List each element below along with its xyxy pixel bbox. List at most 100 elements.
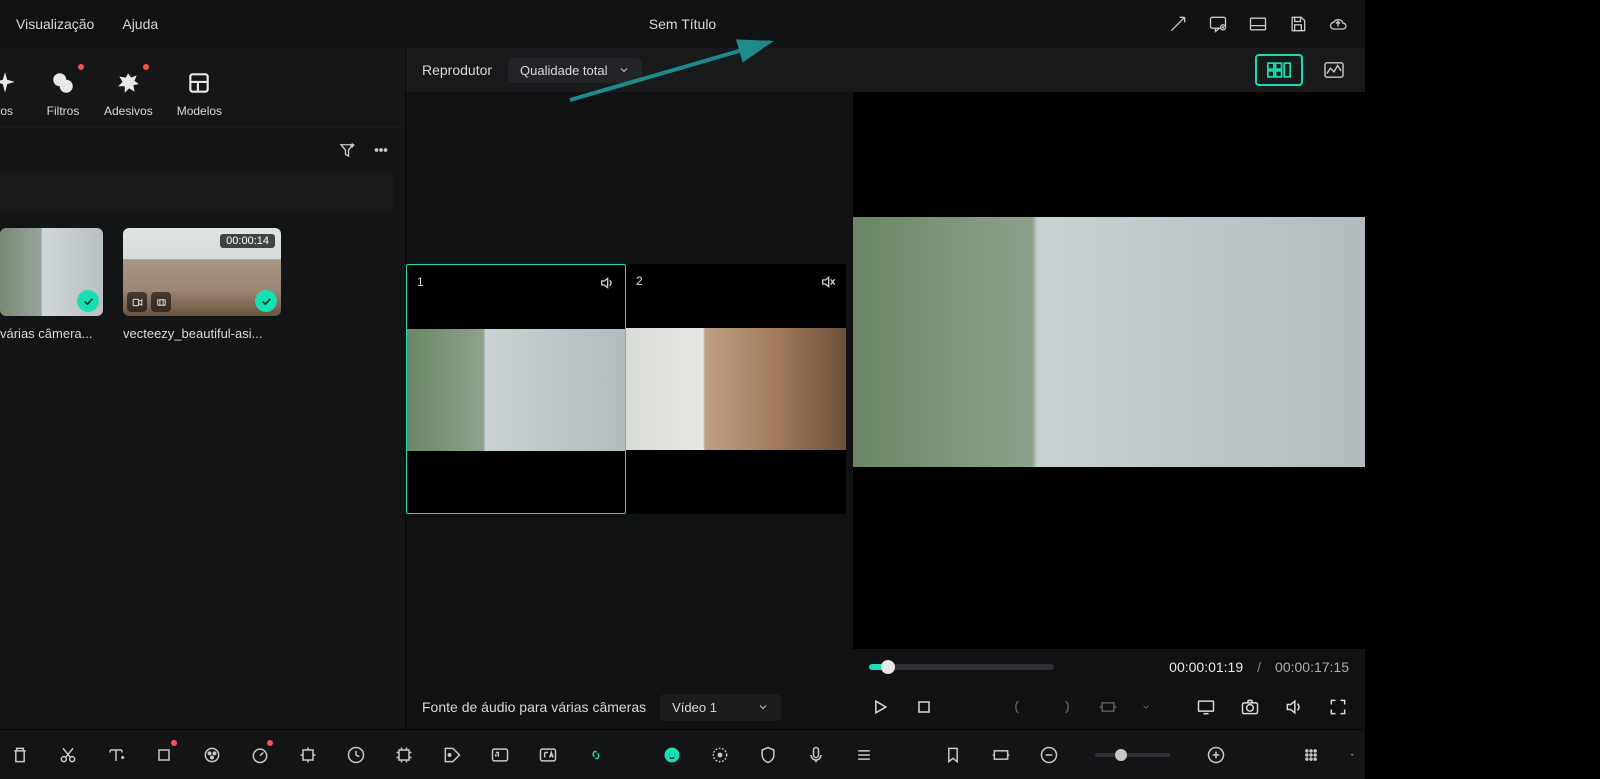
crop-button[interactable] <box>154 743 174 767</box>
seek-bar[interactable] <box>869 664 1054 670</box>
menu-visualizacao[interactable]: Visualização <box>16 16 94 32</box>
keyframe-button[interactable] <box>298 743 318 767</box>
program-image <box>853 217 1365 467</box>
media-thumb[interactable] <box>0 228 103 316</box>
multicam-view-button[interactable] <box>1255 54 1303 86</box>
shield-button[interactable] <box>758 743 778 767</box>
volume-button[interactable] <box>1283 696 1305 718</box>
template-icon <box>182 66 216 100</box>
chevron-down-icon <box>757 701 769 713</box>
grid-view-button[interactable] <box>1301 743 1321 767</box>
audio-icon <box>151 292 171 312</box>
chevron-down-icon <box>618 64 630 76</box>
track-button[interactable] <box>394 743 414 767</box>
menu-ajuda[interactable]: Ajuda <box>122 16 158 32</box>
time-separator: / <box>1257 659 1261 675</box>
quality-value: Qualidade total <box>520 63 607 78</box>
speaker-off-icon[interactable] <box>820 274 836 290</box>
chevron-down-icon[interactable] <box>1349 750 1355 760</box>
speed-button[interactable] <box>346 743 366 767</box>
asset-tabs: tos Filtros Adesivos Modelos <box>0 48 405 128</box>
tab-label: Modelos <box>177 104 222 118</box>
layout-icon[interactable] <box>1247 13 1269 35</box>
effects-button[interactable] <box>710 743 730 767</box>
comment-icon[interactable] <box>1207 13 1229 35</box>
cam-tile-1[interactable]: 1 <box>406 264 626 514</box>
multicam-icon <box>127 292 147 312</box>
text-button[interactable] <box>106 743 126 767</box>
fit-button[interactable] <box>991 743 1011 767</box>
zoom-thumb[interactable] <box>1115 749 1127 761</box>
player-label: Reprodutor <box>422 62 492 78</box>
cam-number: 2 <box>636 274 643 288</box>
cloud-icon[interactable] <box>1327 13 1349 35</box>
zoom-in-button[interactable] <box>1206 743 1226 767</box>
ai-assistant-button[interactable] <box>662 743 682 767</box>
mark-in-button[interactable] <box>1009 696 1031 718</box>
delete-button[interactable] <box>10 743 30 767</box>
cam-thumb <box>626 328 846 450</box>
play-button[interactable] <box>869 696 891 718</box>
translate-button[interactable] <box>538 743 558 767</box>
cut-button[interactable] <box>58 743 78 767</box>
media-item[interactable]: várias câmera... <box>0 228 103 341</box>
program-monitor[interactable] <box>853 92 1365 649</box>
multicam-grid: 1 2 <box>406 92 851 685</box>
tab-filtros[interactable]: Filtros <box>46 66 80 118</box>
time-total: 00:00:17:15 <box>1275 659 1349 675</box>
snapshot-button[interactable] <box>1239 696 1261 718</box>
tag-button[interactable] <box>442 743 462 767</box>
list-button[interactable] <box>854 743 874 767</box>
zoom-slider[interactable] <box>1095 753 1170 757</box>
media-thumb[interactable]: 00:00:14 <box>123 228 281 316</box>
fullscreen-button[interactable] <box>1327 696 1349 718</box>
audio-source-dropdown[interactable]: Vídeo 1 <box>660 694 781 721</box>
check-icon <box>255 290 277 312</box>
speed-ai-button[interactable] <box>250 743 270 767</box>
audio-source-value: Vídeo 1 <box>672 700 717 715</box>
media-panel: tos Filtros Adesivos Modelos <box>0 48 405 729</box>
sparkle-icon <box>0 66 22 100</box>
marker-add-button[interactable] <box>943 743 963 767</box>
timeline-toolbar <box>0 729 1365 779</box>
stop-button[interactable] <box>913 696 935 718</box>
marker-button[interactable] <box>1097 696 1119 718</box>
preview-header: Reprodutor Qualidade total <box>406 48 1365 92</box>
tab-effects[interactable]: tos <box>0 66 22 118</box>
quality-dropdown[interactable]: Qualidade total <box>508 58 641 83</box>
cam-tile-2[interactable]: 2 <box>626 264 846 514</box>
seek-thumb[interactable] <box>881 660 895 674</box>
tab-label: tos <box>0 104 13 118</box>
save-icon[interactable] <box>1287 13 1309 35</box>
subtitle-button[interactable] <box>490 743 510 767</box>
speaker-on-icon[interactable] <box>599 275 615 291</box>
time-current: 00:00:01:19 <box>1169 659 1243 675</box>
tab-modelos[interactable]: Modelos <box>177 66 222 118</box>
media-duration: 00:00:14 <box>220 234 275 248</box>
scope-button[interactable] <box>1319 57 1349 83</box>
color-button[interactable] <box>202 743 222 767</box>
transport-row <box>853 685 1365 729</box>
more-icon[interactable] <box>369 138 393 162</box>
cam-number: 1 <box>417 275 424 289</box>
chevron-down-icon[interactable] <box>1141 702 1151 712</box>
media-item[interactable]: 00:00:14 vecteezy_beautiful-asi... <box>123 228 281 341</box>
preview-body: 1 2 Fonte de áudio para várias câmeras <box>406 92 1365 729</box>
display-button[interactable] <box>1195 696 1217 718</box>
tab-adesivos[interactable]: Adesivos <box>104 66 153 118</box>
seek-row: 00:00:01:19 / 00:00:17:15 <box>853 649 1365 685</box>
mark-out-button[interactable] <box>1053 696 1075 718</box>
search-input[interactable] <box>0 172 393 212</box>
asset-toolbar <box>0 128 405 172</box>
circles-icon <box>46 66 80 100</box>
audio-source-label: Fonte de áudio para várias câmeras <box>422 699 646 715</box>
filter-icon[interactable] <box>335 138 359 162</box>
menubar: Visualização Ajuda Sem Título <box>0 0 1365 48</box>
link-button[interactable] <box>586 743 606 767</box>
project-title: Sem Título <box>649 16 716 32</box>
share-icon[interactable] <box>1167 13 1189 35</box>
zoom-out-button[interactable] <box>1039 743 1059 767</box>
media-label: vecteezy_beautiful-asi... <box>123 326 281 341</box>
mic-button[interactable] <box>806 743 826 767</box>
media-label: várias câmera... <box>0 326 103 341</box>
